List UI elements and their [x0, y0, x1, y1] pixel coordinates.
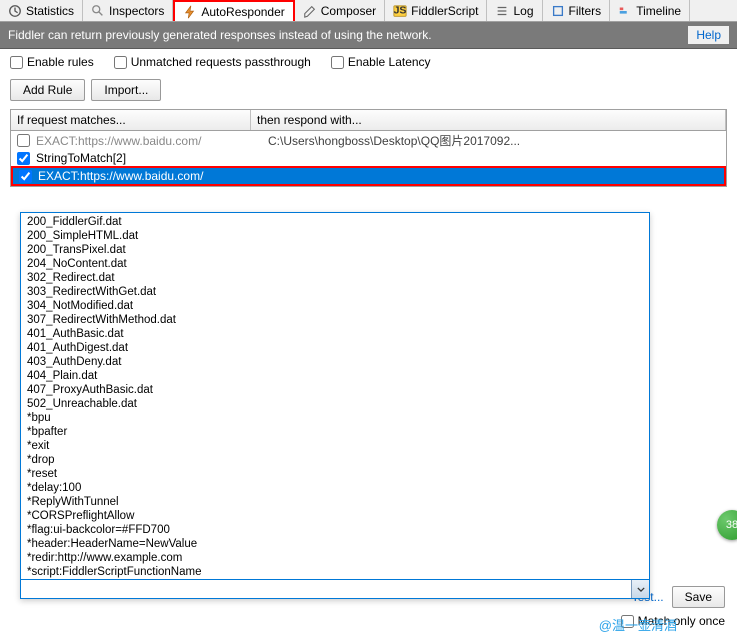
watermark: @温一壶清酒 — [599, 615, 677, 634]
tab-label: AutoResponder — [201, 5, 284, 19]
tab-label: Timeline — [636, 4, 681, 18]
unmatched-passthrough-checkbox[interactable]: Unmatched requests passthrough — [114, 55, 311, 69]
dropdown-item[interactable]: *bpu — [25, 411, 645, 425]
response-input[interactable] — [21, 580, 631, 598]
dropdown-item[interactable]: 401_AuthDigest.dat — [25, 341, 645, 355]
enable-rules-checkbox[interactable]: Enable rules — [10, 55, 94, 69]
dropdown-input-row — [21, 579, 649, 598]
dropdown-item[interactable]: 200_TransPixel.dat — [25, 243, 645, 257]
table-row[interactable]: EXACT:https://www.baidu.com/ — [11, 166, 726, 186]
col-header-match[interactable]: If request matches... — [11, 110, 251, 130]
dropdown-item[interactable]: 302_Redirect.dat — [25, 271, 645, 285]
pencil-icon — [303, 4, 317, 18]
tab-label: Composer — [321, 4, 376, 18]
tab-autoresponder[interactable]: AutoResponder — [173, 0, 294, 21]
rule-checkbox[interactable] — [17, 152, 30, 165]
svg-text:JS: JS — [394, 4, 407, 16]
button-row: Add Rule Import... — [0, 75, 737, 109]
magnifier-icon — [91, 4, 105, 18]
checkbox-label: Unmatched requests passthrough — [131, 55, 311, 69]
rule-match: EXACT:https://www.baidu.com/ — [38, 169, 266, 183]
enable-latency-checkbox[interactable]: Enable Latency — [331, 55, 431, 69]
tab-inspectors[interactable]: Inspectors — [83, 0, 173, 21]
dropdown-item[interactable]: *exit — [25, 439, 645, 453]
dropdown-item[interactable]: *redir:http://www.example.com — [25, 551, 645, 565]
tab-label: Inspectors — [109, 4, 164, 18]
lightning-icon — [183, 5, 197, 19]
help-link[interactable]: Help — [688, 26, 729, 44]
bars-icon — [618, 4, 632, 18]
dropdown-item[interactable]: 407_ProxyAuthBasic.dat — [25, 383, 645, 397]
tab-label: FiddlerScript — [411, 4, 478, 18]
info-text: Fiddler can return previously generated … — [8, 28, 432, 42]
col-header-respond[interactable]: then respond with... — [251, 110, 726, 130]
dropdown-item[interactable]: 502_Unreachable.dat — [25, 397, 645, 411]
dropdown-item[interactable]: *header:HeaderName=NewValue — [25, 537, 645, 551]
dropdown-list[interactable]: 200_FiddlerGif.dat200_SimpleHTML.dat200_… — [21, 213, 649, 579]
tab-bar: Statistics Inspectors AutoResponder Comp… — [0, 0, 737, 22]
clock-icon — [8, 4, 22, 18]
tab-filters[interactable]: Filters — [543, 0, 611, 21]
dropdown-item[interactable]: *drop — [25, 453, 645, 467]
dropdown-item[interactable]: *bpafter — [25, 425, 645, 439]
tab-label: Statistics — [26, 4, 74, 18]
badge[interactable]: 38 — [717, 510, 737, 540]
response-dropdown: 200_FiddlerGif.dat200_SimpleHTML.dat200_… — [20, 212, 650, 599]
table-row[interactable]: EXACT:https://www.baidu.com/C:\Users\hon… — [11, 131, 726, 150]
dropdown-item[interactable]: *delay:100 — [25, 481, 645, 495]
dropdown-item[interactable]: *reset — [25, 467, 645, 481]
js-icon: JS — [393, 4, 407, 18]
dropdown-item[interactable]: 200_FiddlerGif.dat — [25, 215, 645, 229]
checkbox-label: Enable rules — [27, 55, 94, 69]
rule-match: StringToMatch[2] — [36, 151, 264, 165]
rule-checkbox[interactable] — [19, 170, 32, 183]
dropdown-item[interactable]: 204_NoContent.dat — [25, 257, 645, 271]
tab-log[interactable]: Log — [487, 0, 542, 21]
dropdown-item[interactable]: 303_RedirectWithGet.dat — [25, 285, 645, 299]
filter-icon — [551, 4, 565, 18]
checkbox-label: Enable Latency — [348, 55, 431, 69]
info-bar: Fiddler can return previously generated … — [0, 22, 737, 49]
dropdown-item[interactable]: *flag:ui-backcolor=#FFD700 — [25, 523, 645, 537]
tab-timeline[interactable]: Timeline — [610, 0, 690, 21]
add-rule-button[interactable]: Add Rule — [10, 79, 85, 101]
tab-fiddlerscript[interactable]: JS FiddlerScript — [385, 0, 487, 21]
rule-checkbox[interactable] — [17, 134, 30, 147]
options-row: Enable rules Unmatched requests passthro… — [0, 49, 737, 75]
tab-statistics[interactable]: Statistics — [0, 0, 83, 21]
dropdown-item[interactable]: *script:FiddlerScriptFunctionName — [25, 565, 645, 579]
rule-respond: C:\Users\hongboss\Desktop\QQ图片2017092... — [268, 132, 722, 149]
dropdown-item[interactable]: 401_AuthBasic.dat — [25, 327, 645, 341]
save-button[interactable]: Save — [672, 586, 725, 608]
rule-body: EXACT:https://www.baidu.com/C:\Users\hon… — [11, 131, 726, 186]
dropdown-item[interactable]: 403_AuthDeny.dat — [25, 355, 645, 369]
chevron-down-icon[interactable] — [631, 580, 649, 598]
tab-label: Filters — [569, 4, 602, 18]
dropdown-item[interactable]: *ReplyWithTunnel — [25, 495, 645, 509]
tab-label: Log — [513, 4, 533, 18]
list-icon — [495, 4, 509, 18]
import-button[interactable]: Import... — [91, 79, 161, 101]
rule-table: If request matches... then respond with.… — [10, 109, 727, 187]
rule-header: If request matches... then respond with.… — [11, 110, 726, 131]
dropdown-item[interactable]: 307_RedirectWithMethod.dat — [25, 313, 645, 327]
dropdown-item[interactable]: 200_SimpleHTML.dat — [25, 229, 645, 243]
tab-composer[interactable]: Composer — [295, 0, 385, 21]
dropdown-item[interactable]: 404_Plain.dat — [25, 369, 645, 383]
rule-match: EXACT:https://www.baidu.com/ — [36, 134, 264, 148]
dropdown-item[interactable]: *CORSPreflightAllow — [25, 509, 645, 523]
table-row[interactable]: StringToMatch[2] — [11, 150, 726, 166]
dropdown-item[interactable]: 304_NotModified.dat — [25, 299, 645, 313]
